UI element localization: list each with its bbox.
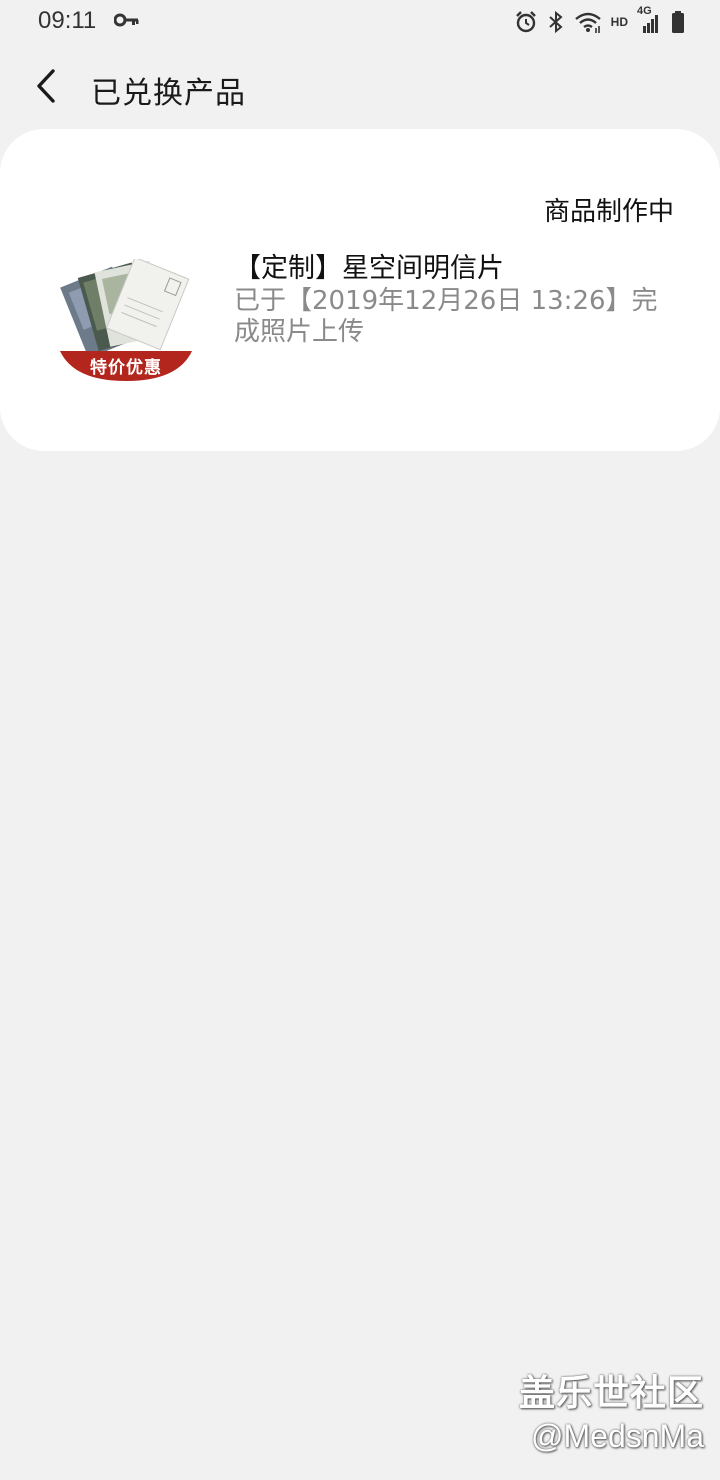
status-time: 09:11 bbox=[38, 7, 97, 34]
hd-label: HD bbox=[610, 15, 628, 29]
watermark-title: 盖乐世社区 bbox=[518, 1373, 704, 1414]
order-card[interactable]: 商品制作中 特价优惠 【定制】星空间明信片 已于【2019年12月26日 13:… bbox=[0, 129, 720, 451]
back-button[interactable] bbox=[22, 62, 70, 110]
page-title: 已兑换产品 bbox=[91, 76, 246, 111]
product-description: 已于【2019年12月26日 13:26】完成照片上传 bbox=[234, 286, 658, 347]
signal-icon: 4G bbox=[637, 5, 661, 35]
product-thumbnail: 特价优惠 bbox=[58, 259, 194, 387]
bluetooth-icon bbox=[547, 10, 565, 34]
alarm-icon bbox=[514, 10, 538, 34]
vpn-key-icon bbox=[113, 12, 140, 28]
thumbnail-badge: 特价优惠 bbox=[90, 358, 162, 378]
app-bar: 已兑换产品 bbox=[0, 52, 720, 122]
chevron-left-icon bbox=[37, 69, 55, 103]
status-icons: HD 4G bbox=[514, 5, 686, 35]
status-bar: 09:11 HD 4G bbox=[0, 0, 720, 44]
wifi-icon bbox=[574, 10, 602, 34]
watermark-handle: @MedsnMa bbox=[531, 1418, 704, 1454]
order-status: 商品制作中 bbox=[543, 197, 674, 227]
battery-icon bbox=[670, 10, 686, 34]
product-name: 【定制】星空间明信片 bbox=[234, 253, 504, 284]
